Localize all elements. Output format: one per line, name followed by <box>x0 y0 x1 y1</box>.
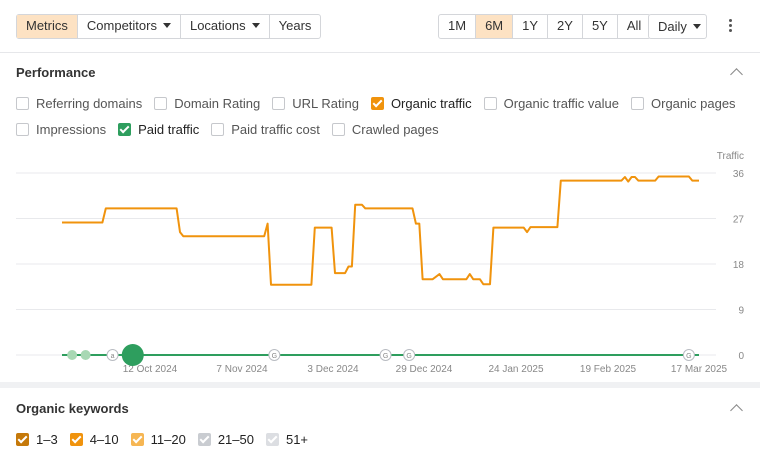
annotation-dot-large <box>121 344 144 366</box>
interval-dropdown[interactable]: Daily <box>648 14 707 39</box>
organic-keywords-panel: Organic keywords 1–3 4–10 11–20 21–50 51+ <box>0 388 760 462</box>
interval-label: Daily <box>658 19 687 34</box>
annotation-marker: G <box>682 349 695 361</box>
checkbox-checked-icon <box>197 433 211 446</box>
keyword-filter-0[interactable]: 1–3 <box>16 432 58 447</box>
tab-locations-label: Locations <box>189 18 246 33</box>
performance-panel: Performance Referring domains Domain Rat… <box>0 52 760 382</box>
tab-metrics-label: Metrics <box>26 18 68 33</box>
traffic-chart[interactable]: Traffic 09182736 12 Oct 2024 7 Nov 2024 3 … <box>0 53 760 383</box>
range-1m-button[interactable]: 1M <box>439 15 477 38</box>
tab-years[interactable]: Years <box>270 15 321 38</box>
range-tabs: 1M 6M 1Y 2Y 5Y All <box>438 14 652 39</box>
y-tick-label: 27 <box>733 215 745 226</box>
x-tick-label: 19 Feb 2025 <box>580 364 637 375</box>
more-options-icon[interactable] <box>725 17 735 35</box>
keyword-filter-label: 1–3 <box>36 432 58 447</box>
chevron-down-icon <box>692 24 701 29</box>
keyword-filter-1[interactable]: 4–10 <box>69 432 119 447</box>
keyword-filter-label: 21–50 <box>217 432 254 447</box>
annotation-marker: G <box>268 349 281 361</box>
range-2y-button[interactable]: 2Y <box>548 15 583 38</box>
range-all-button[interactable]: All <box>618 15 650 38</box>
y-tick-label: 9 <box>738 306 744 317</box>
x-tick-label: 29 Dec 2024 <box>396 364 453 375</box>
tab-years-label: Years <box>278 18 312 33</box>
annotation-marker: G <box>379 349 392 361</box>
range-6m-button[interactable]: 6M <box>476 15 514 38</box>
checkbox-checked-icon <box>69 433 83 446</box>
chevron-down-icon <box>251 23 260 28</box>
x-tick-label: 24 Jan 2025 <box>488 364 543 375</box>
y-tick-label: 36 <box>733 169 745 180</box>
x-tick-label: 7 Nov 2024 <box>216 364 268 375</box>
range-1y-button[interactable]: 1Y <box>513 15 549 38</box>
annotation-dot <box>80 350 91 360</box>
tab-locations[interactable]: Locations <box>181 15 270 38</box>
toolbar: Metrics Competitors Locations Years 1M 6… <box>0 0 760 52</box>
annotation-marker-letter: a <box>111 353 115 360</box>
x-tick-label: 3 Dec 2024 <box>307 364 359 375</box>
annotation-marker: a <box>106 349 119 361</box>
series-line-0 <box>62 175 699 286</box>
annotation-marker: G <box>403 349 416 361</box>
annotation-marker-letter: G <box>272 353 277 360</box>
annotation-marker-letter: G <box>686 353 691 360</box>
tab-competitors[interactable]: Competitors <box>78 15 181 38</box>
tab-competitors-label: Competitors <box>86 18 157 33</box>
organic-keywords-title: Organic keywords <box>16 401 129 416</box>
keyword-filter-label: 11–20 <box>150 432 186 447</box>
checkbox-checked-icon <box>130 433 144 446</box>
view-tabs: Metrics Competitors Locations Years <box>16 14 322 39</box>
keyword-filter-3[interactable]: 21–50 <box>197 432 254 447</box>
keyword-filter-label: 4–10 <box>89 432 119 447</box>
keyword-position-filters: 1–3 4–10 11–20 21–50 51+ <box>16 432 320 447</box>
range-5y-button[interactable]: 5Y <box>583 15 618 38</box>
y-axis-title: Traffic <box>717 151 744 162</box>
chevron-down-icon <box>162 23 171 28</box>
keyword-filter-label: 51+ <box>285 432 309 447</box>
tab-metrics[interactable]: Metrics <box>17 15 78 38</box>
annotation-marker-letter: G <box>406 353 411 360</box>
annotation-marker-letter: G <box>383 353 388 360</box>
collapse-chevron-icon[interactable] <box>730 404 743 417</box>
keyword-filter-2[interactable]: 11–20 <box>130 432 186 447</box>
keyword-filter-4[interactable]: 51+ <box>265 432 309 447</box>
checkbox-checked-icon <box>16 433 29 446</box>
y-tick-label: 18 <box>733 260 745 271</box>
checkbox-checked-icon <box>265 433 279 446</box>
annotation-dot <box>67 350 78 360</box>
x-tick-label: 17 Mar 2025 <box>671 364 728 375</box>
y-tick-label: 0 <box>738 351 744 362</box>
